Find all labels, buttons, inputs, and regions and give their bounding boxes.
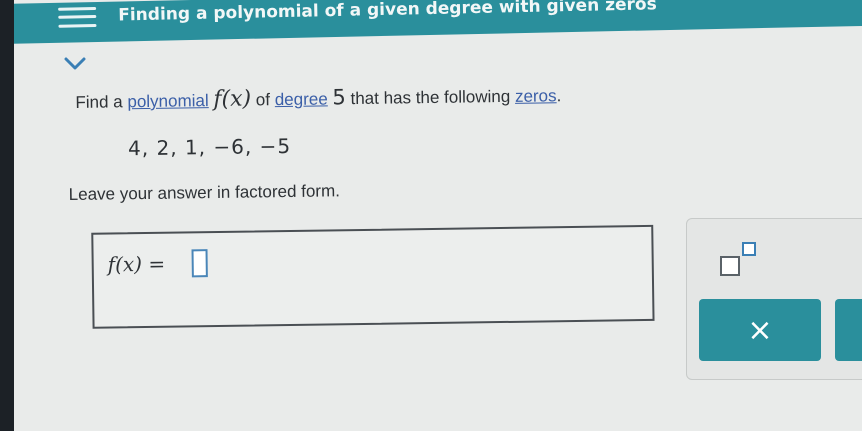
zeros-link[interactable]: zeros: [515, 86, 557, 106]
polynomial-link[interactable]: polynomial: [127, 91, 209, 111]
degree-value: 5: [332, 85, 346, 110]
math-toolbar: ×: [686, 218, 862, 380]
question-text-of: of: [255, 90, 271, 110]
instruction-text: Leave your answer in factored form.: [68, 181, 341, 205]
function-notation: f(x): [213, 86, 252, 113]
degree-link[interactable]: degree: [275, 89, 328, 109]
exponent-template-icon[interactable]: [707, 233, 777, 287]
clear-button[interactable]: ×: [699, 299, 821, 361]
answer-input[interactable]: [191, 249, 208, 278]
device-bezel: [0, 0, 14, 431]
answer-box: f(x) =: [91, 224, 655, 329]
answer-label: f(x) =: [107, 251, 166, 277]
question-text-find: Find a: [75, 92, 123, 112]
zeros-list: 4, 2, 1, −6, −5: [127, 133, 292, 161]
question-period: .: [556, 86, 562, 106]
toolbar-edge-button[interactable]: [835, 299, 862, 361]
screen: Finding a polynomial of a given degree w…: [0, 0, 862, 431]
question-prompt: Find a polynomial f(x) of degree 5 that …: [75, 82, 561, 114]
question-text-middle: that has the following: [350, 86, 511, 109]
